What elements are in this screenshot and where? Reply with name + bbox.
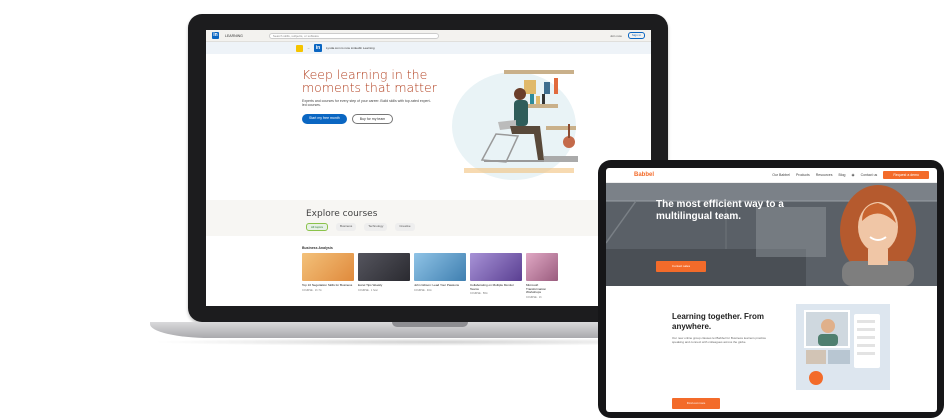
- lynda-icon: [296, 44, 303, 52]
- brand-label: LEARNING: [225, 33, 243, 38]
- course-meta: COURSE · 1h: [526, 295, 542, 299]
- tab-technology[interactable]: Technology: [364, 223, 388, 231]
- course-title: Collaborating on Multiple Monitor Teams: [470, 283, 514, 291]
- learning-section: Learning together. From anywhere. Our ne…: [606, 286, 937, 412]
- section-heading: Business Analysis: [302, 246, 333, 250]
- course-title: Microsoft Transformation Workshops: [526, 283, 547, 294]
- hero-headline: Keep learning in the moments that matter: [302, 67, 437, 95]
- course-card[interactable]: Collaborating on Multiple Monitor Teams …: [470, 253, 522, 299]
- course-thumbnail: [414, 253, 466, 281]
- linkedin-logo-icon[interactable]: in: [212, 32, 219, 39]
- sign-in-button[interactable]: Sign in: [627, 32, 645, 39]
- course-meta: COURSE · 1h 7m: [302, 288, 322, 292]
- tablet-screen: Babbel Our Babbel Products Resources Blo…: [606, 168, 937, 412]
- learner-illustration: [452, 70, 578, 180]
- video-call-illustration: [804, 310, 880, 385]
- course-card[interactable]: Top 10 Negotiation Skills for Business C…: [302, 253, 354, 299]
- course-card[interactable]: Microsoft Transformation Workshops COURS…: [526, 253, 558, 299]
- course-meta: COURSE · 40m: [414, 288, 432, 292]
- linkedin-icon: in: [314, 44, 322, 52]
- arrow-icon: →: [307, 46, 310, 50]
- hero-section: Keep learning in the moments that matter…: [206, 54, 651, 180]
- buy-for-team-button[interactable]: Buy for my team: [351, 114, 394, 124]
- laptop-notch: [392, 322, 468, 327]
- course-meta: COURSE · 1 hour: [358, 288, 379, 292]
- laptop-screen: in LEARNING Search skills, subjects, or …: [206, 30, 651, 306]
- tab-business[interactable]: Business: [336, 223, 357, 231]
- course-card[interactable]: John Gibson: Lead Your Passions COURSE ·…: [414, 253, 466, 299]
- banner-text: Lynda.com is now LinkedIn Learning: [326, 46, 375, 50]
- find-out-more-button[interactable]: Find out more: [672, 398, 720, 409]
- babbel-nav: Babbel Our Babbel Products Resources Blo…: [606, 168, 937, 183]
- course-title: Top 10 Negotiation Skills for Business: [302, 283, 353, 287]
- device-mockup: in LEARNING Search skills, subjects, or …: [0, 0, 952, 420]
- course-thumbnail: [302, 253, 354, 281]
- join-now-link[interactable]: Join now: [610, 34, 622, 38]
- contact-sales-button[interactable]: Contact sales: [656, 261, 706, 272]
- course-list: Top 10 Negotiation Skills for Business C…: [206, 250, 651, 299]
- nav-item-contact[interactable]: Contact us: [861, 173, 878, 177]
- tab-all-topics[interactable]: All topics: [306, 223, 329, 231]
- course-thumbnail: [470, 253, 522, 281]
- nav-item-blog[interactable]: Blog: [839, 173, 846, 177]
- start-free-month-button[interactable]: Start my free month: [302, 114, 347, 124]
- section-text: Our new online group classes let Babbel …: [672, 336, 767, 344]
- course-title: John Gibson: Lead Your Passions: [414, 283, 460, 287]
- course-thumbnail: [358, 253, 410, 281]
- nav-item-products[interactable]: Products: [796, 173, 810, 177]
- explore-section: Explore courses All topics Business Tech…: [206, 200, 651, 236]
- smiling-woman-photo: [840, 185, 916, 286]
- globe-icon[interactable]: ◉: [852, 173, 855, 177]
- linkedin-header: in LEARNING Search skills, subjects, or …: [206, 30, 651, 42]
- group-class-preview: [796, 304, 890, 390]
- course-card[interactable]: Excel Tips Weekly COURSE · 1 hour: [358, 253, 410, 299]
- request-demo-button[interactable]: Request a demo: [883, 171, 929, 179]
- hero-subtitle: Experts and courses for every step of yo…: [302, 99, 431, 107]
- course-thumbnail: [526, 253, 558, 281]
- babbel-hero: The most efficient way to a multilingual…: [606, 183, 937, 286]
- hero-title: The most efficient way to a multilingual…: [656, 199, 784, 222]
- section-title: Learning together. From anywhere.: [672, 312, 765, 331]
- tab-creative[interactable]: Creative: [395, 223, 415, 231]
- babbel-logo[interactable]: Babbel: [634, 172, 654, 178]
- course-meta: COURSE · 58m: [470, 292, 488, 295]
- notice-banner: → in Lynda.com is now LinkedIn Learning: [206, 42, 651, 54]
- nav-item-our-babbel[interactable]: Our Babbel: [772, 173, 790, 177]
- nav-item-resources[interactable]: Resources: [816, 173, 833, 177]
- course-title: Excel Tips Weekly: [358, 283, 383, 287]
- search-input[interactable]: Search skills, subjects, or software: [268, 32, 439, 39]
